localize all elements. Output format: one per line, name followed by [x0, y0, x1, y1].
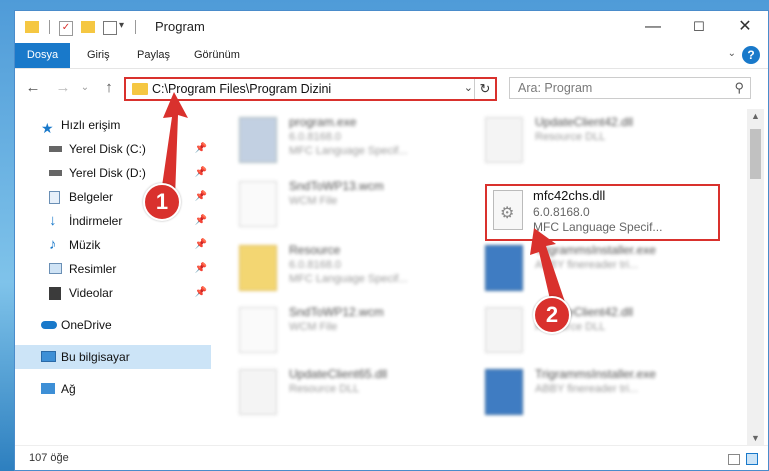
step-badge-2: 2: [533, 296, 571, 334]
step-badge-1: 1: [143, 183, 181, 221]
annotation-arrows: [160, 92, 566, 308]
